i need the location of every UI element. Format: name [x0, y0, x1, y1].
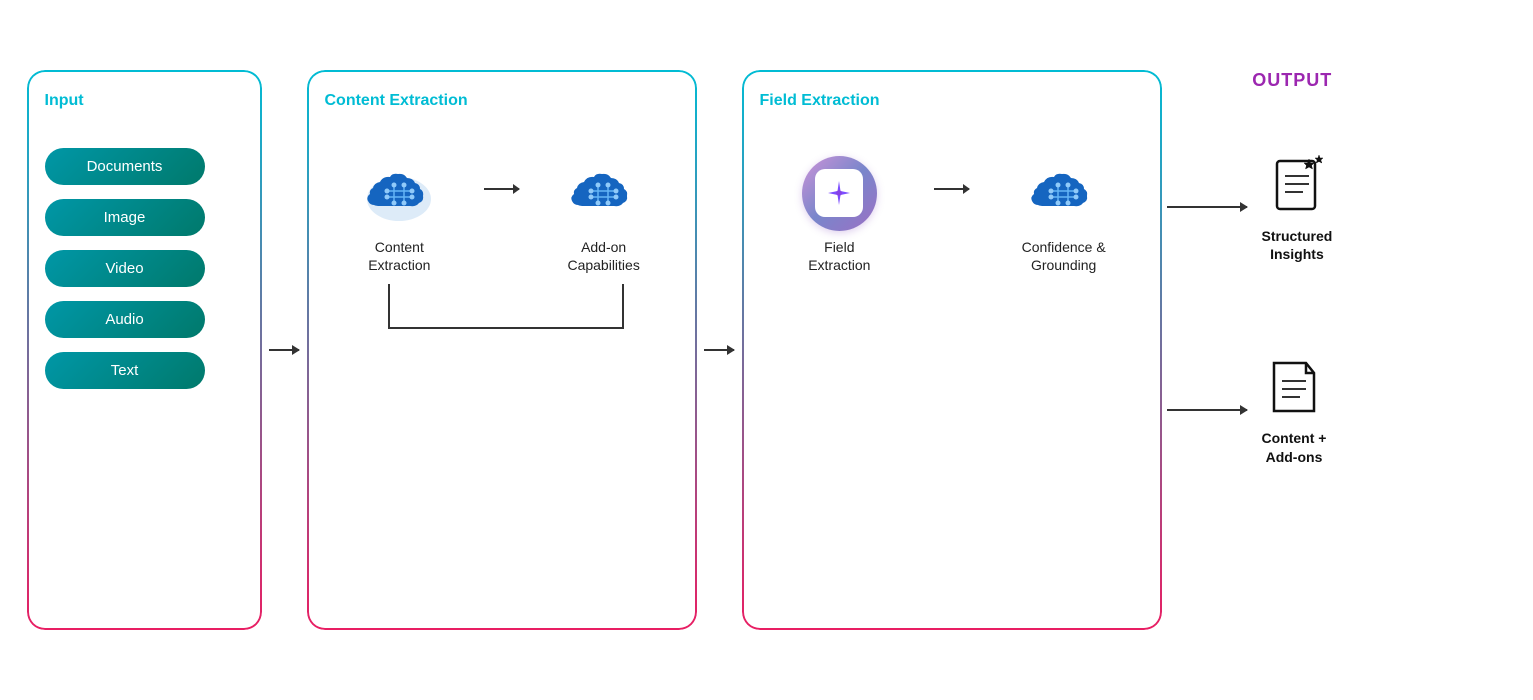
field-extraction-node-label: Field Extraction	[808, 238, 870, 274]
addon-capabilities-icon	[564, 158, 644, 228]
content-extraction-icon	[359, 158, 439, 228]
arrow-to-content-addons	[1167, 409, 1247, 411]
output-label: OUTPUT	[1252, 70, 1332, 90]
arrow-content-field	[697, 70, 742, 630]
confidence-grounding-icon	[1024, 158, 1104, 228]
arrow-content-nodes	[484, 188, 519, 190]
input-box: Input Documents Image Video Audio Text	[27, 70, 262, 630]
audio-button[interactable]: Audio	[45, 301, 205, 338]
structured-insights-item: Structured Insights	[1262, 151, 1333, 263]
content-addons-icon	[1264, 353, 1324, 423]
text-button[interactable]: Text	[45, 352, 205, 389]
content-addons-label: Content + Add-ons	[1262, 429, 1327, 465]
content-extraction-node-label: Content Extraction	[368, 238, 430, 274]
addon-capabilities-node-label: Add-on Capabilities	[567, 238, 639, 274]
field-extraction-node: Field Extraction	[774, 158, 904, 274]
arrow-input-content	[262, 70, 307, 630]
content-extraction-node: Content Extraction	[334, 158, 464, 274]
addon-capabilities-node: Add-on Capabilities	[539, 158, 669, 274]
arrow-to-structured	[1167, 206, 1247, 208]
image-button[interactable]: Image	[45, 199, 205, 236]
confidence-grounding-node: Confidence & Grounding	[999, 158, 1129, 274]
output-section: OUTPUT	[1167, 70, 1333, 630]
field-extraction-icon	[799, 158, 879, 228]
content-extraction-label: Content Extraction	[325, 92, 679, 110]
content-extraction-box: Content Extraction	[307, 70, 697, 630]
field-extraction-box: Field Extraction	[742, 70, 1162, 630]
documents-button[interactable]: Documents	[45, 148, 205, 185]
content-addons-item: Content + Add-ons	[1262, 353, 1327, 465]
field-extraction-label: Field Extraction	[760, 92, 1144, 110]
video-button[interactable]: Video	[45, 250, 205, 287]
input-buttons: Documents Image Video Audio Text	[45, 148, 244, 389]
output-content-addons: Content + Add-ons	[1167, 353, 1333, 465]
structured-insights-label: Structured Insights	[1262, 227, 1333, 263]
input-label: Input	[45, 92, 244, 110]
output-structured-insights: Structured Insights	[1167, 151, 1333, 263]
output-items-container: Structured Insights	[1167, 151, 1333, 466]
structured-insights-icon	[1267, 151, 1327, 221]
diagram-container: Input Documents Image Video Audio Text C…	[27, 25, 1507, 675]
confidence-grounding-node-label: Confidence & Grounding	[1022, 238, 1106, 274]
arrow-field-nodes	[934, 188, 969, 190]
